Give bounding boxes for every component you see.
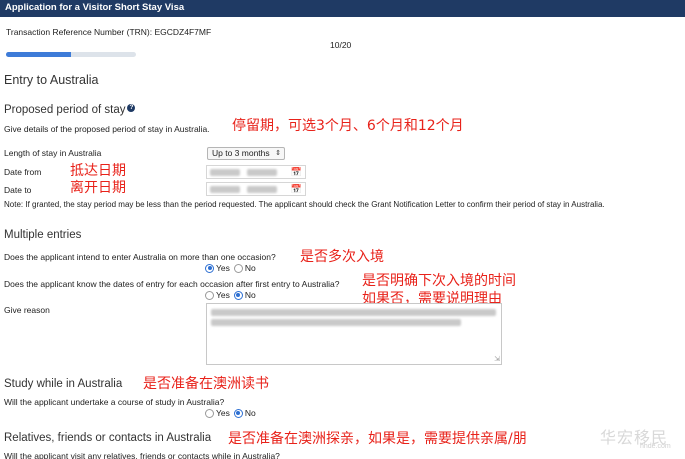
multiple-q2-annotation-1: 是否明确下次入境的时间 — [362, 273, 516, 289]
progress-bar — [6, 52, 136, 57]
study-question: Will the applicant undertake a course of… — [4, 397, 225, 407]
length-label: Length of stay in Australia — [4, 148, 102, 158]
q1-yes-radio[interactable] — [205, 263, 214, 273]
redacted-value — [210, 186, 240, 193]
q2-no-radio[interactable] — [233, 290, 243, 300]
trn-label: Transaction Reference Number (TRN): EGCD… — [6, 27, 212, 37]
multiple-title: Multiple entries — [4, 229, 82, 241]
multiple-q1-annotation: 是否多次入境 — [300, 249, 384, 265]
study-no-radio[interactable] — [233, 408, 243, 418]
q1-radio-group: Yes No — [205, 263, 260, 273]
reason-textarea[interactable]: ⇲ — [206, 303, 502, 365]
date-to-input[interactable]: 📅 — [206, 182, 306, 196]
q1-no-radio[interactable] — [233, 263, 243, 273]
window-title: Application for a Visitor Short Stay Vis… — [5, 2, 185, 13]
stay-note: Note: If granted, the stay period may be… — [4, 200, 605, 209]
date-from-label: Date from — [4, 167, 42, 177]
redacted-value — [211, 319, 461, 326]
redacted-value — [247, 186, 277, 193]
relatives-annotation: 是否准备在澳洲探亲，如果是，需要提供亲属/朋 — [228, 431, 527, 447]
calendar-icon[interactable]: 📅 — [291, 184, 302, 195]
calendar-icon[interactable]: 📅 — [291, 167, 302, 178]
stay-title: Proposed period of stay? — [4, 104, 136, 116]
multiple-q1: Does the applicant intend to enter Austr… — [4, 252, 276, 262]
redacted-value — [210, 169, 240, 176]
relatives-question: Will the applicant visit any relatives, … — [4, 451, 280, 459]
reason-label: Give reason — [4, 305, 50, 315]
date-from-input[interactable]: 📅 — [206, 165, 306, 179]
resize-grip-icon[interactable]: ⇲ — [494, 355, 500, 363]
redacted-value — [211, 309, 496, 316]
study-radio-group: Yes No — [205, 408, 260, 418]
section-title: Entry to Australia — [4, 73, 99, 87]
relatives-title: Relatives, friends or contacts in Austra… — [4, 432, 212, 444]
stay-annotation: 停留期，可选3个月、6个月和12个月 — [232, 118, 464, 134]
multiple-q2: Does the applicant know the dates of ent… — [4, 279, 340, 289]
q2-yes-radio[interactable] — [205, 290, 214, 300]
chevron-updown-icon: ⇕ — [275, 150, 281, 157]
progress-fill — [6, 52, 71, 57]
length-select[interactable]: Up to 3 months ⇕ — [207, 147, 285, 160]
stay-description: Give details of the proposed period of s… — [4, 124, 210, 134]
study-title: Study while in Australia — [4, 378, 123, 390]
q2-radio-group: Yes No — [205, 290, 260, 300]
title-bar: Application for a Visitor Short Stay Vis… — [0, 0, 685, 17]
date-to-label: Date to — [4, 185, 32, 195]
study-yes-radio[interactable] — [205, 408, 214, 418]
watermark-url: hhde.com — [640, 443, 671, 450]
redacted-value — [247, 169, 277, 176]
study-annotation: 是否准备在澳洲读书 — [143, 376, 269, 392]
date-to-annotation: 离开日期 — [70, 180, 126, 196]
help-icon[interactable]: ? — [127, 104, 136, 112]
page-counter: 10/20 — [330, 40, 352, 50]
